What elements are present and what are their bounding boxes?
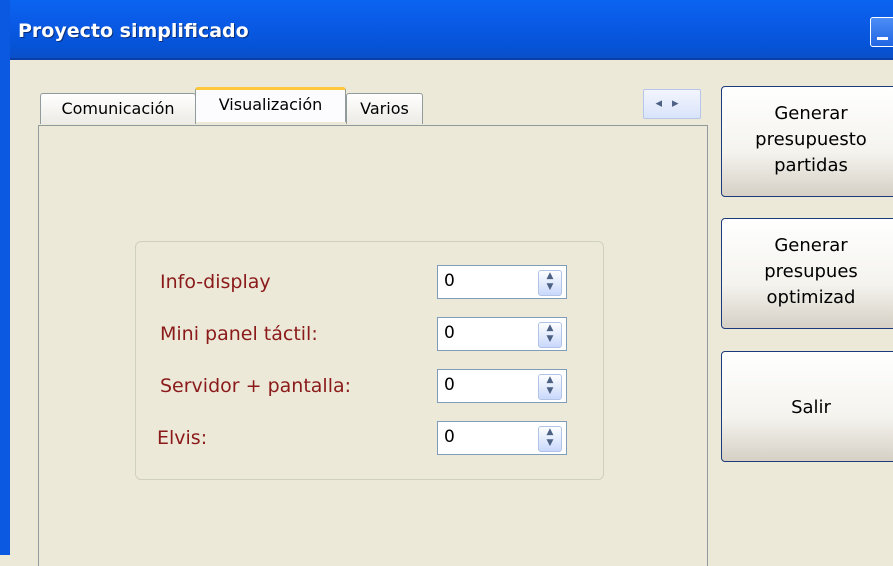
stepper-value[interactable]: 0 xyxy=(444,375,455,395)
spin-arrows-icon[interactable]: ▲ ▼ xyxy=(538,270,562,296)
tab-label: Comunicación xyxy=(61,99,175,118)
button-line: presupues xyxy=(764,261,858,282)
button-line: presupuesto xyxy=(755,129,867,150)
field-label-elvis: Elvis: xyxy=(157,427,208,449)
field-label-servidor: Servidor + pantalla: xyxy=(160,375,352,397)
tab-scroll-arrows[interactable]: ◂▸ xyxy=(643,89,701,119)
button-line: Generar xyxy=(774,103,848,124)
chevron-left-icon[interactable]: ◂ xyxy=(655,96,672,111)
field-label-mini-panel: Mini panel táctil: xyxy=(160,323,318,345)
window-frame-left xyxy=(0,0,10,555)
tab-comunicacion[interactable]: Comunicación xyxy=(40,93,196,124)
field-label-info-display: Info-display xyxy=(160,271,271,293)
generate-budget-button[interactable]: Generar presupuesto partidas xyxy=(721,86,893,197)
stepper-value[interactable]: 0 xyxy=(444,323,455,343)
tab-visualizacion[interactable]: Visualización xyxy=(195,87,346,122)
button-line: optimizad xyxy=(766,287,856,308)
exit-button[interactable]: Salir xyxy=(721,351,893,462)
title-bar[interactable]: Proyecto simplificado xyxy=(0,0,893,60)
minimize-icon xyxy=(877,37,888,40)
button-line: Generar xyxy=(774,235,848,256)
tab-varios[interactable]: Varios xyxy=(346,93,423,124)
spin-arrows-icon[interactable]: ▲ ▼ xyxy=(538,374,562,400)
servidor-stepper[interactable]: 0 ▲ ▼ xyxy=(437,369,567,403)
exit-label: Salir xyxy=(791,397,831,418)
spin-arrows-icon[interactable]: ▲ ▼ xyxy=(538,426,562,452)
tab-label: Visualización xyxy=(218,95,323,114)
tab-label: Varios xyxy=(360,99,409,118)
window-title: Proyecto simplificado xyxy=(18,20,249,42)
chevron-right-icon[interactable]: ▸ xyxy=(672,96,689,111)
mini-panel-stepper[interactable]: 0 ▲ ▼ xyxy=(437,317,567,351)
spin-arrows-icon[interactable]: ▲ ▼ xyxy=(538,322,562,348)
stepper-value[interactable]: 0 xyxy=(444,271,455,291)
minimize-button[interactable] xyxy=(870,17,893,47)
stepper-value[interactable]: 0 xyxy=(444,427,455,447)
elvis-stepper[interactable]: 0 ▲ ▼ xyxy=(437,421,567,455)
generate-optimized-budget-button[interactable]: Generar presupues optimizad xyxy=(721,218,893,329)
info-display-stepper[interactable]: 0 ▲ ▼ xyxy=(437,265,567,299)
button-line: partidas xyxy=(774,155,848,176)
